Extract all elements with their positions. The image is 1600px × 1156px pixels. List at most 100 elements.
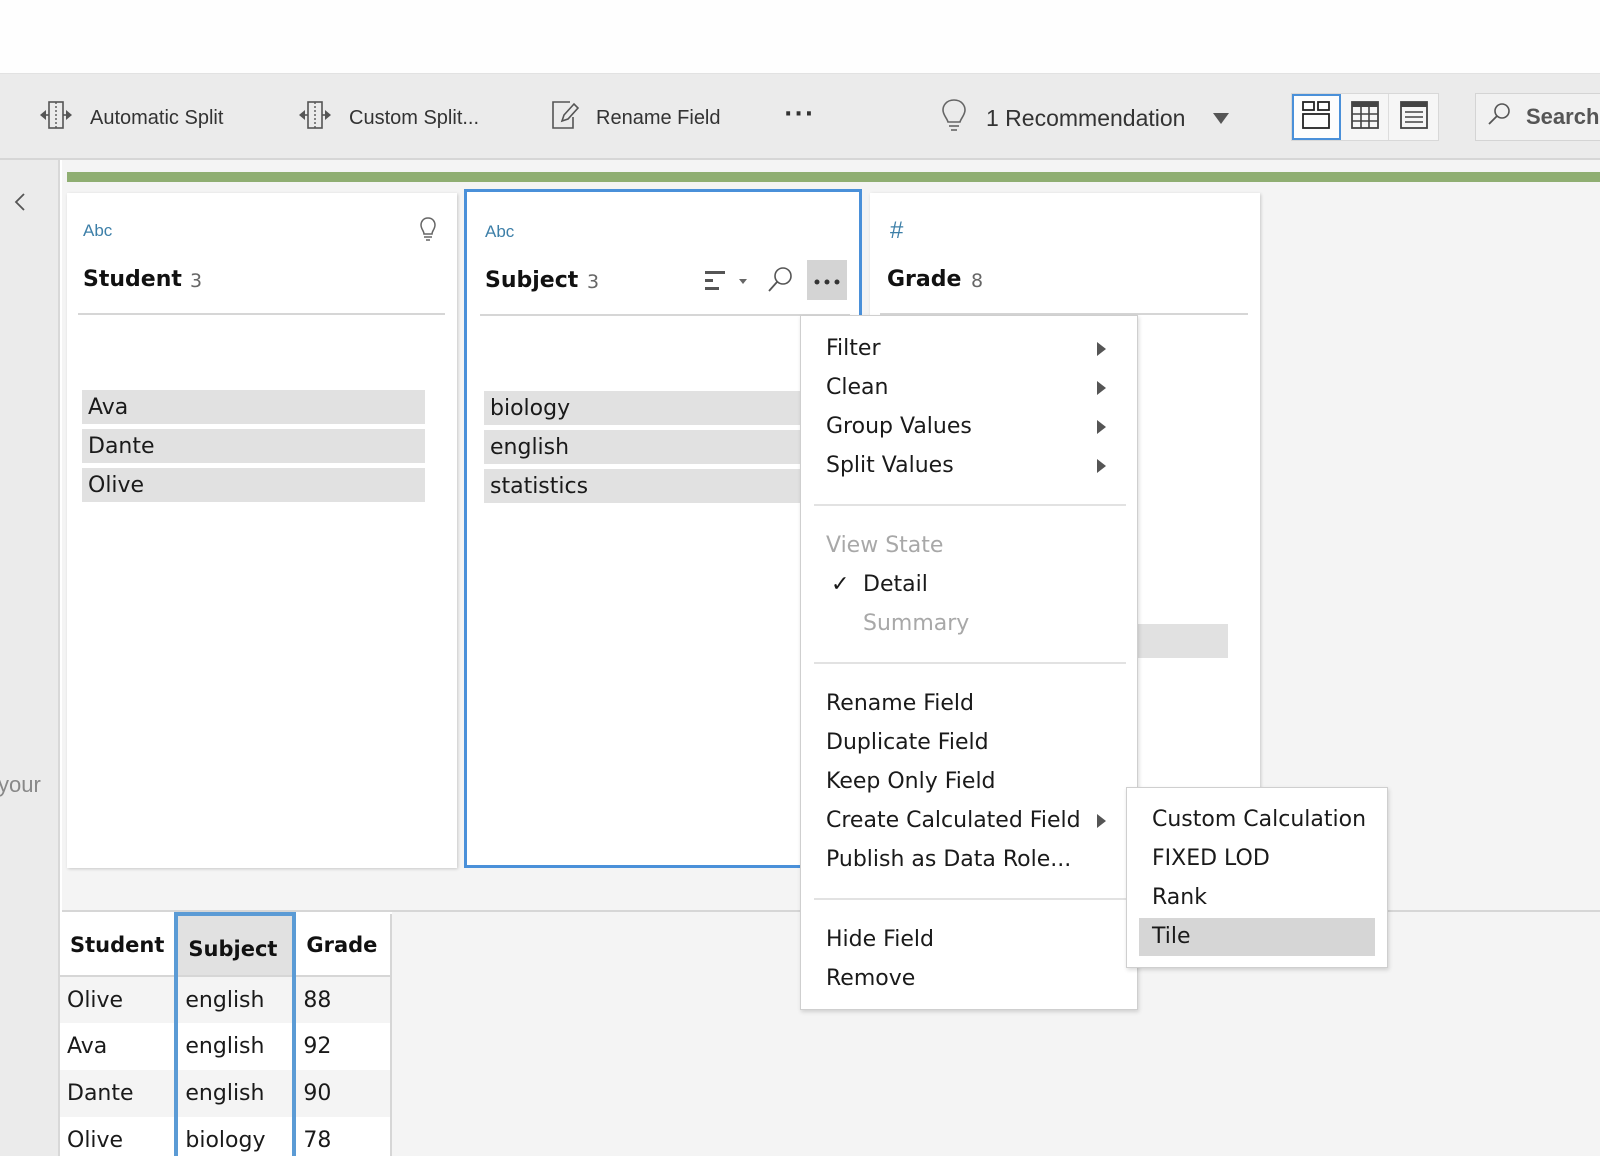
collapse-panel-button[interactable]	[10, 190, 30, 214]
menu-item-clean[interactable]: Clean	[826, 370, 1116, 406]
menu-separator	[814, 504, 1126, 506]
data-view-button[interactable]	[1389, 94, 1438, 140]
submenu-arrow-icon	[1097, 459, 1106, 473]
table-grid-icon	[1350, 100, 1380, 134]
menu-item-summary[interactable]: Summary	[826, 606, 1116, 642]
string-type-icon[interactable]: Abc	[83, 221, 112, 241]
split-icon	[297, 100, 333, 136]
value-bar[interactable]: Ava	[82, 390, 425, 424]
table-row: Dante english 90	[60, 1070, 392, 1117]
submenu-item-fixed-lod[interactable]: FIXED LOD	[1139, 840, 1375, 878]
profile-layout-icon	[1301, 100, 1331, 134]
table-row: Olive biology 78	[60, 1117, 392, 1156]
menu-item-label: Detail	[863, 572, 928, 597]
menu-item-rename-field[interactable]: Rename Field	[826, 686, 1116, 722]
search-placeholder: Search	[1526, 104, 1600, 129]
field-distinct-count: 3	[190, 270, 203, 292]
submenu-arrow-icon	[1097, 814, 1106, 828]
table-cell[interactable]: 88	[294, 976, 392, 1023]
menu-item-split-values[interactable]: Split Values	[826, 448, 1116, 484]
search-icon	[766, 266, 794, 298]
histogram-bar[interactable]	[1138, 624, 1228, 658]
profile-card-student[interactable]: Abc Student 3 Ava Dante Olive	[67, 193, 457, 868]
submenu-item-tile[interactable]: Tile	[1139, 918, 1375, 956]
search-values-button[interactable]	[763, 266, 797, 298]
column-header-student[interactable]: Student	[60, 914, 177, 977]
menu-item-hide-field[interactable]: Hide Field	[826, 922, 1116, 958]
column-header-subject[interactable]: Subject	[174, 912, 297, 977]
submenu-item-rank[interactable]: Rank	[1139, 879, 1375, 917]
string-type-icon[interactable]: Abc	[485, 222, 514, 242]
field-context-menu: Filter Clean Group Values Split Values V…	[800, 315, 1138, 1010]
menu-item-label: Publish as Data Role...	[826, 847, 1072, 872]
menu-item-label: Summary	[863, 611, 970, 636]
more-actions-button[interactable]: ···	[784, 102, 815, 127]
rename-field-button[interactable]: Rename Field	[550, 98, 721, 138]
table-cell[interactable]: english	[174, 1023, 297, 1070]
field-distinct-count: 8	[971, 270, 984, 292]
view-state-header: View State	[826, 533, 944, 558]
menu-item-create-calculated-field[interactable]: Create Calculated Field	[826, 803, 1116, 839]
value-bar[interactable]: Dante	[82, 429, 425, 463]
pencil-edit-icon	[550, 99, 580, 137]
data-grid: Student Subject Grade Olive english 88 A…	[60, 912, 393, 1156]
table-cell[interactable]: biology	[174, 1117, 297, 1156]
table-cell[interactable]: english	[174, 1070, 297, 1117]
custom-split-label: Custom Split...	[349, 106, 480, 129]
menu-separator	[814, 898, 1126, 900]
profile-view-button[interactable]	[1292, 94, 1341, 140]
menu-item-label: Group Values	[826, 414, 972, 439]
menu-item-label: Filter	[826, 336, 881, 361]
menu-item-remove[interactable]: Remove	[826, 961, 1116, 997]
menu-item-duplicate-field[interactable]: Duplicate Field	[826, 725, 1116, 761]
automatic-split-label: Automatic Split	[90, 106, 224, 129]
table-cell[interactable]: Ava	[60, 1023, 177, 1070]
submenu-arrow-icon	[1097, 381, 1106, 395]
value-bar[interactable]: Olive	[82, 468, 425, 502]
table-cell[interactable]: Dante	[60, 1070, 177, 1117]
list-view-button[interactable]	[1341, 94, 1390, 140]
card-divider	[480, 314, 850, 316]
ellipsis-icon	[813, 271, 841, 290]
automatic-split-button[interactable]: Automatic Split	[38, 98, 223, 138]
custom-split-button[interactable]: Custom Split...	[297, 98, 479, 138]
table-cell[interactable]: Olive	[60, 976, 177, 1023]
table-cell[interactable]: 90	[294, 1070, 392, 1117]
lightbulb-icon	[419, 216, 437, 246]
menu-item-label: Keep Only Field	[826, 769, 996, 794]
field-name: Subject	[485, 268, 579, 293]
caret-down-icon	[1213, 112, 1230, 124]
table-row: Olive english 88	[60, 976, 392, 1023]
table-cell[interactable]: Olive	[60, 1117, 177, 1156]
left-side-panel: your	[0, 160, 60, 1156]
value-bar[interactable]: english	[484, 430, 854, 464]
submenu-item-custom-calculation[interactable]: Custom Calculation	[1139, 801, 1375, 839]
recommendation-label: 1 Recommendation	[986, 104, 1186, 131]
menu-item-label: Rename Field	[826, 691, 974, 716]
chevron-left-icon	[10, 193, 30, 218]
column-header-grade[interactable]: Grade	[294, 914, 392, 977]
value-bar[interactable]: biology	[484, 391, 854, 425]
sort-button[interactable]	[701, 268, 751, 298]
menu-item-detail[interactable]: ✓ Detail	[826, 567, 1116, 603]
field-name: Grade	[887, 267, 962, 292]
split-icon	[38, 100, 74, 136]
recommendations-dropdown[interactable]: 1 Recommendation	[940, 98, 1230, 138]
number-type-icon[interactable]: #	[890, 217, 903, 245]
value-bar[interactable]: statistics	[484, 469, 854, 503]
more-options-button[interactable]	[807, 260, 847, 300]
menu-item-keep-only-field[interactable]: Keep Only Field	[826, 764, 1116, 800]
sort-icon	[703, 268, 749, 298]
menu-item-filter[interactable]: Filter	[826, 331, 1116, 367]
menu-item-label: Remove	[826, 966, 916, 991]
table-cell[interactable]: 78	[294, 1117, 392, 1156]
recommendation-lightbulb-button[interactable]	[417, 217, 439, 245]
search-field[interactable]: Search	[1475, 93, 1600, 141]
menu-item-group-values[interactable]: Group Values	[826, 409, 1116, 445]
list-lines-icon	[1399, 100, 1429, 134]
menu-item-publish-data-role[interactable]: Publish as Data Role...	[826, 842, 1116, 878]
table-cell[interactable]: 92	[294, 1023, 392, 1070]
window-top-area	[0, 0, 1600, 73]
table-cell[interactable]: english	[174, 976, 297, 1023]
step-progress-bar	[67, 172, 1600, 182]
